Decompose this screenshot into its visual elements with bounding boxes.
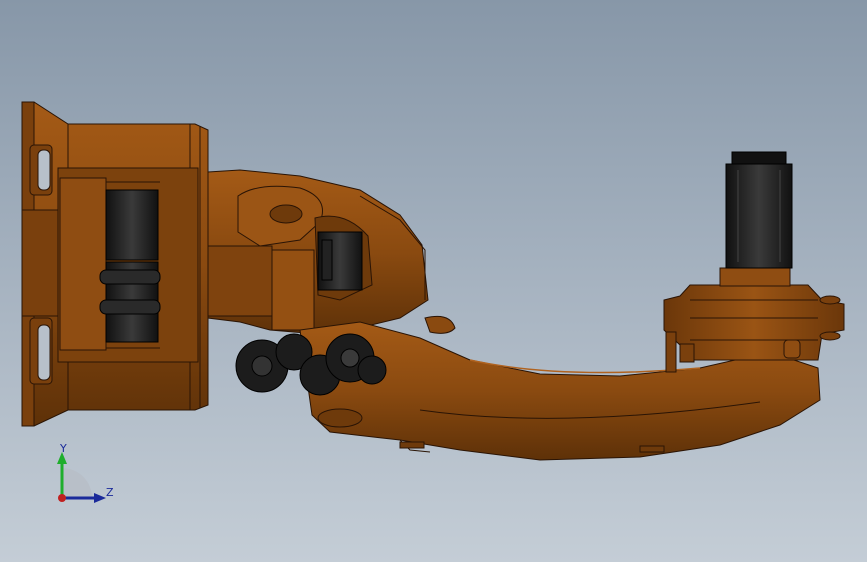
graphics-viewport[interactable]: Y Z [0,0,867,562]
z-axis-label: Z [106,486,114,499]
y-axis-label: Y [59,442,67,455]
wrist-flange [663,267,845,373]
origin-point-icon [58,494,66,502]
view-orientation-triad[interactable]: Y Z [50,440,120,510]
triad-shadow-icon [62,468,92,498]
shoulder-connector [317,231,363,291]
drum-actuator [99,189,161,343]
robot-arm-model[interactable] [0,0,867,562]
wrist-motor [725,151,793,269]
